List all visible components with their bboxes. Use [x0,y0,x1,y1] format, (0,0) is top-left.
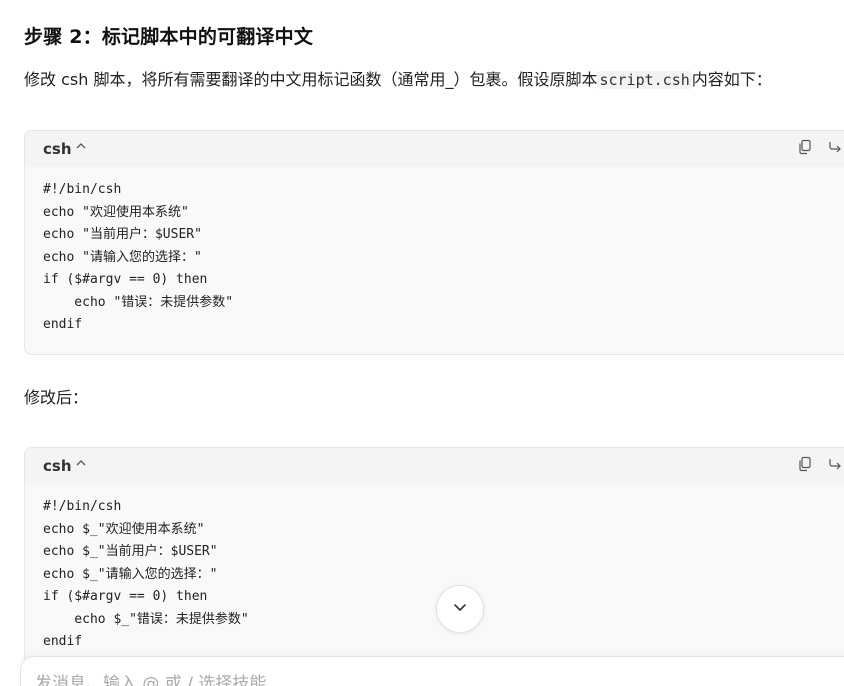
code-block-original: csh #!/bin/csh echo "欢迎使用本系统" echo "当前用户… [24,130,844,355]
chevron-down-icon [451,598,469,620]
code-line: #!/bin/csh [43,499,122,514]
share-icon[interactable] [827,456,843,474]
code-line: echo "当前用户：$USER" [43,227,202,242]
code-language-label: csh [43,140,72,158]
code-line: endif [43,634,83,649]
intro-text-before: 修改 csh 脚本，将所有需要翻译的中文用标记函数（通常用_）包裹。假设原脚本 [24,70,598,89]
code-block-header: csh [25,131,844,167]
code-block-modified: csh #!/bin/csh echo $_"欢迎使用本系统" echo $_"… [24,447,844,668]
code-line: echo "错误：未提供参数" [43,294,234,310]
code-line: echo $_"请输入您的选择：" [43,566,218,582]
code-language-label: csh [43,457,72,475]
inline-code-filename: script.csh [597,71,692,89]
code-line: #!/bin/csh [43,182,122,197]
share-icon[interactable] [827,139,843,157]
code-line: echo "欢迎使用本系统" [43,204,189,220]
message-input-bar[interactable]: 发消息、输入 @ 或 / 选择技能 [20,656,844,686]
code-block-actions [797,139,844,157]
chevron-up-icon[interactable] [75,140,87,156]
copy-icon[interactable] [797,139,813,157]
modified-label: 修改后： [24,388,89,407]
step-heading: 步骤 2：标记脚本中的可翻译中文 [24,26,314,48]
copy-icon[interactable] [797,456,813,474]
code-line: echo $_"当前用户：$USER" [43,544,218,559]
chevron-up-icon[interactable] [75,457,87,473]
code-line: echo $_"欢迎使用本系统" [43,521,205,537]
code-block-header: csh [25,448,844,484]
code-line: if ($#argv == 0) then [43,272,208,287]
message-input-placeholder: 发消息、输入 @ 或 / 选择技能 [35,674,267,686]
intro-text-after: 内容如下： [691,70,772,89]
code-body: #!/bin/csh echo $_"欢迎使用本系统" echo $_"当前用户… [25,484,844,666]
chat-page: 步骤 2：标记脚本中的可翻译中文 修改 csh 脚本，将所有需要翻译的中文用标记… [0,0,844,686]
code-block-actions [797,456,844,474]
intro-paragraph: 修改 csh 脚本，将所有需要翻译的中文用标记函数（通常用_）包裹。假设原脚本 s… [24,66,772,90]
code-line: echo "请输入您的选择：" [43,249,202,265]
scroll-to-bottom-button[interactable] [436,585,484,633]
code-line: endif [43,317,83,332]
code-body: #!/bin/csh echo "欢迎使用本系统" echo "当前用户：$US… [25,167,844,349]
